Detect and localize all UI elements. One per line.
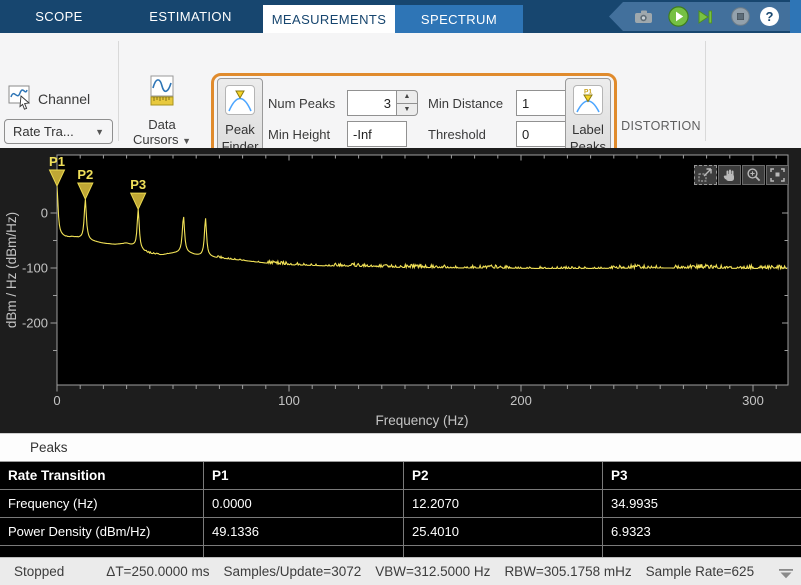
num-peaks-label: Num Peaks	[268, 96, 335, 111]
table-cell-power-p2: 25.4010	[404, 518, 603, 546]
svg-text:P1: P1	[49, 154, 65, 169]
chevron-down-icon: ▼	[182, 136, 191, 146]
spin-down-icon[interactable]: ▼	[396, 103, 418, 117]
svg-text:Frequency (Hz): Frequency (Hz)	[375, 413, 468, 428]
spectrum-plot-canvas[interactable]: 0 100 200 300 0 -100 -200 Frequency (Hz) dBm / H…	[0, 148, 801, 433]
svg-text:300: 300	[742, 393, 764, 408]
help-button[interactable]: ?	[760, 7, 779, 26]
table-cell-power-p3: 6.9323	[603, 518, 801, 546]
zoom-in-icon[interactable]	[742, 165, 765, 185]
min-height-input[interactable]	[347, 121, 407, 147]
status-collapse-icon[interactable]	[779, 567, 793, 582]
label-peaks-icon: P1	[573, 85, 603, 115]
spin-up-icon[interactable]: ▲	[396, 90, 418, 103]
svg-text:dBm / Hz (dBm/Hz): dBm / Hz (dBm/Hz)	[4, 212, 19, 328]
table-cell-frequency-p1: 0.0000	[204, 490, 404, 518]
table-header-p2: P2	[404, 462, 603, 490]
table-header-source: Rate Transition	[0, 462, 204, 490]
peaks-panel-title: Peaks	[30, 440, 68, 455]
peaks-table: Rate Transition P1 P2 P3 Frequency (Hz) …	[0, 461, 801, 557]
chevron-down-icon: ▼	[95, 127, 104, 137]
status-bar: Stopped ΔT=250.0000 ms Samples/Update=30…	[0, 557, 801, 585]
spectrum-plot: 0 100 200 300 0 -100 -200 Frequency (Hz) dBm / H…	[0, 148, 801, 433]
status-delta-t: ΔT=250.0000 ms	[106, 564, 209, 579]
run-controls-panel: ?	[609, 2, 790, 31]
svg-text:200: 200	[510, 393, 532, 408]
step-back-camera-icon[interactable]	[633, 8, 655, 25]
svg-text:-100: -100	[22, 261, 48, 276]
tab-scope[interactable]: SCOPE	[0, 0, 118, 33]
num-peaks-input[interactable]	[347, 90, 397, 116]
tab-spectrum[interactable]: SPECTRUM	[395, 5, 523, 33]
measurements-toolstrip: Channel Rate Tra... ▼ CHANNEL Data Curso…	[0, 33, 801, 148]
spectrum-analyzer-window: SCOPE ESTIMATION MEASUREMENTS SPECTRUM	[0, 0, 801, 585]
toolbar-separator	[118, 41, 119, 141]
stop-button[interactable]	[731, 7, 750, 26]
peak-finder-icon	[225, 85, 255, 115]
channel-button[interactable]: Channel	[38, 91, 90, 107]
channel-icon	[8, 85, 34, 116]
data-cursors-icon	[147, 75, 177, 112]
threshold-label: Threshold	[428, 127, 486, 142]
peaks-panel-header: Peaks	[0, 433, 801, 461]
table-cell-frequency-p3: 34.9935	[603, 490, 801, 518]
status-rbw: RBW=305.1758 mHz	[504, 564, 631, 579]
svg-text:100: 100	[278, 393, 300, 408]
min-height-label: Min Height	[268, 127, 330, 142]
channel-select[interactable]: Rate Tra... ▼	[4, 119, 113, 144]
run-button[interactable]	[668, 6, 689, 27]
svg-text:0: 0	[41, 206, 48, 221]
table-header-p1: P1	[204, 462, 404, 490]
svg-text:-200: -200	[22, 316, 48, 331]
svg-text:0: 0	[53, 393, 60, 408]
table-cell-frequency-p2: 12.2070	[404, 490, 603, 518]
status-samples-per-update: Samples/Update=3072	[224, 564, 362, 579]
status-vbw: VBW=312.5000 Hz	[375, 564, 490, 579]
tab-bar-accent-strip	[790, 0, 801, 33]
num-peaks-stepper[interactable]: ▲ ▼	[396, 90, 418, 116]
table-header-p3: P3	[603, 462, 801, 490]
plot-toolbar	[693, 165, 789, 185]
table-cell-power-p1: 49.1336	[204, 518, 404, 546]
toolbar-separator	[705, 41, 706, 141]
pan-hand-icon[interactable]	[718, 165, 741, 185]
toolstrip-tab-bar: SCOPE ESTIMATION MEASUREMENTS SPECTRUM	[0, 0, 801, 33]
table-row-power-label: Power Density (dBm/Hz)	[0, 518, 204, 546]
step-forward-button[interactable]	[697, 9, 713, 25]
expand-axes-icon[interactable]	[694, 165, 717, 185]
min-distance-label: Min Distance	[428, 96, 503, 111]
svg-text:P2: P2	[77, 167, 93, 182]
status-sample-rate: Sample Rate=625	[646, 564, 754, 579]
svg-text:P3: P3	[130, 177, 146, 192]
svg-text:P1: P1	[584, 89, 592, 96]
tab-measurements[interactable]: MEASUREMENTS	[263, 5, 395, 33]
tab-estimation[interactable]: ESTIMATION	[118, 0, 263, 33]
simulation-state: Stopped	[14, 564, 64, 579]
table-row-frequency-label: Frequency (Hz)	[0, 490, 204, 518]
fit-to-view-icon[interactable]	[766, 165, 789, 185]
